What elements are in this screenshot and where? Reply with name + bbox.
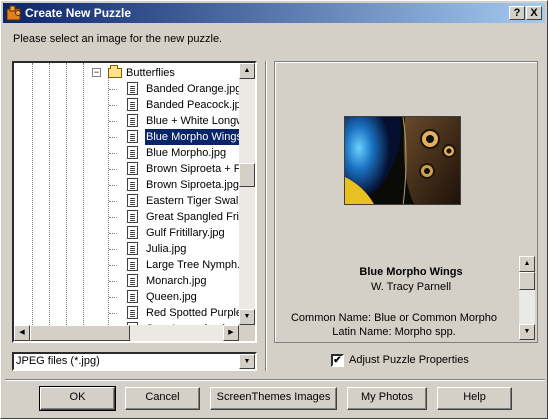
file-icon bbox=[127, 258, 138, 271]
scroll-left-icon[interactable]: ◀ bbox=[14, 325, 30, 341]
file-label: Gulf Fritillary.jpg bbox=[146, 227, 225, 239]
info-scrollbar[interactable]: ▲ ▼ bbox=[519, 256, 535, 340]
my-photos-button[interactable]: My Photos bbox=[347, 387, 427, 410]
info-scroll-down-icon[interactable]: ▼ bbox=[519, 324, 535, 340]
file-icon bbox=[127, 162, 138, 175]
file-icon bbox=[127, 242, 138, 255]
file-label: Large Tree Nymph. bbox=[146, 259, 239, 271]
cancel-button[interactable]: Cancel bbox=[125, 387, 200, 410]
help-title-button[interactable]: ? bbox=[509, 6, 525, 20]
scroll-corner bbox=[239, 325, 255, 341]
file-type-select[interactable]: JPEG files (*.jpg) ▼ bbox=[12, 352, 257, 371]
file-label: Queen.jpg bbox=[146, 291, 197, 303]
help-button[interactable]: Help bbox=[437, 387, 512, 410]
file-label: Red Spotted Purple bbox=[146, 307, 239, 319]
preview-title: Blue Morpho Wings bbox=[359, 266, 463, 278]
file-label: Blue Morpho.jpg bbox=[146, 147, 227, 159]
file-icon bbox=[127, 306, 138, 319]
title-bar[interactable]: Create New Puzzle ? X bbox=[3, 3, 545, 23]
panel-divider bbox=[265, 61, 267, 371]
info-scroll-thumb[interactable] bbox=[519, 272, 535, 290]
image-tree-view[interactable]: − Butterflies Banded Orange.jpg Banded Pe… bbox=[12, 61, 257, 343]
scroll-up-icon[interactable]: ▲ bbox=[239, 63, 255, 79]
file-icon bbox=[127, 114, 138, 127]
file-label: Blue + White Longw bbox=[146, 115, 239, 127]
button-separator bbox=[5, 379, 545, 381]
file-icon bbox=[127, 82, 138, 95]
folder-label: Butterflies bbox=[126, 67, 175, 79]
file-icon bbox=[127, 130, 138, 143]
puzzle-app-icon bbox=[6, 5, 21, 21]
file-icon bbox=[127, 98, 138, 111]
file-label: Banded Peacock.jp bbox=[146, 99, 239, 111]
file-label: Blue Morpho Wings bbox=[144, 128, 239, 146]
file-icon bbox=[127, 226, 138, 239]
preview-common-name: Common Name: Blue or Common Morpho bbox=[290, 312, 498, 324]
collapse-icon[interactable]: − bbox=[92, 68, 101, 77]
open-folder-icon bbox=[108, 65, 122, 78]
adjust-properties-checkbox[interactable]: ✔ bbox=[331, 354, 344, 367]
file-type-value: JPEG files (*.jpg) bbox=[16, 355, 100, 367]
close-title-button[interactable]: X bbox=[526, 6, 542, 20]
file-label: Eastern Tiger Swall bbox=[146, 195, 239, 207]
screenthemes-images-button[interactable]: ScreenThemes Images bbox=[210, 387, 337, 410]
scroll-down-icon[interactable]: ▼ bbox=[239, 309, 255, 325]
file-icon bbox=[127, 210, 138, 223]
create-new-puzzle-dialog: Create New Puzzle ? X Please select an i… bbox=[0, 0, 548, 419]
file-icon bbox=[127, 274, 138, 287]
file-icon bbox=[127, 178, 138, 191]
file-label: Brown Siproeta.jpg bbox=[146, 179, 239, 191]
tree-horizontal-scrollbar[interactable]: ◀ ▶ bbox=[14, 325, 239, 341]
file-icon bbox=[127, 146, 138, 159]
dropdown-arrow-icon[interactable]: ▼ bbox=[239, 354, 255, 369]
preview-latin-name: Latin Name: Morpho spp. bbox=[332, 326, 456, 338]
info-scroll-up-icon[interactable]: ▲ bbox=[519, 256, 535, 272]
file-label: Banded Orange.jpg bbox=[146, 83, 239, 95]
file-icon bbox=[127, 194, 138, 207]
preview-image bbox=[344, 116, 461, 205]
file-label: Monarch.jpg bbox=[146, 275, 207, 287]
adjust-properties-label[interactable]: Adjust Puzzle Properties bbox=[349, 354, 469, 366]
preview-author: W. Tracy Parnell bbox=[370, 281, 452, 293]
file-icon bbox=[127, 290, 138, 303]
tree-vertical-scrollbar[interactable]: ▲ ▼ bbox=[239, 63, 255, 325]
instruction-text: Please select an image for the new puzzl… bbox=[13, 33, 223, 45]
scroll-thumb[interactable] bbox=[239, 163, 255, 187]
file-label: Julia.jpg bbox=[146, 243, 187, 255]
hscroll-thumb[interactable] bbox=[30, 325, 130, 341]
file-label: Great Spangled Frit bbox=[146, 211, 239, 223]
file-label: Brown Siproeta + Fl bbox=[146, 163, 239, 175]
scroll-right-icon[interactable]: ▶ bbox=[223, 325, 239, 341]
window-title: Create New Puzzle bbox=[25, 6, 132, 20]
ok-button[interactable]: OK bbox=[39, 386, 116, 411]
